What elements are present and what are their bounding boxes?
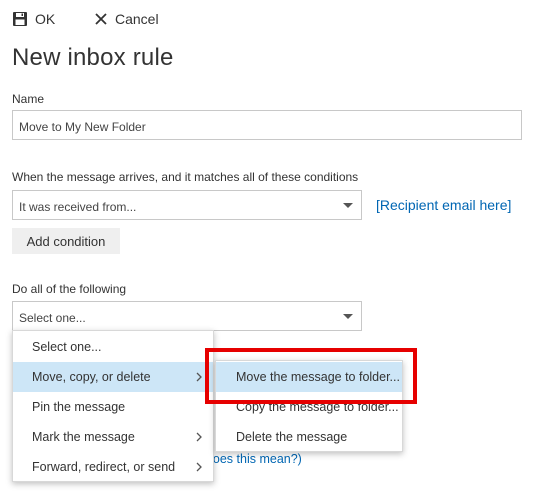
menu-item-move-copy-delete[interactable]: Move, copy, or delete <box>13 362 213 392</box>
condition-select[interactable]: It was received from... <box>12 190 362 220</box>
menu-item-label: Mark the message <box>32 430 135 444</box>
action-select[interactable]: Select one... <box>12 301 362 331</box>
name-input[interactable]: Move to My New Folder <box>12 110 522 140</box>
actions-label: Do all of the following <box>12 282 127 296</box>
condition-select-value: It was received from... <box>19 200 137 214</box>
recipient-email-link[interactable]: [Recipient email here] <box>376 197 511 213</box>
action-select-value: Select one... <box>19 311 86 325</box>
menu-item-label: Select one... <box>32 340 102 354</box>
submenu-item-move-to-folder[interactable]: Move the message to folder... <box>216 362 402 392</box>
menu-item-mark[interactable]: Mark the message <box>13 422 213 452</box>
move-copy-delete-submenu: Move the message to folder... Copy the m… <box>215 360 403 452</box>
menu-item-select-one[interactable]: Select one... <box>13 332 213 362</box>
submenu-item-copy-to-folder[interactable]: Copy the message to folder... <box>216 392 402 422</box>
ok-button[interactable]: OK <box>12 8 55 30</box>
chevron-right-icon <box>195 431 203 445</box>
chevron-down-icon <box>343 314 353 319</box>
submenu-item-delete[interactable]: Delete the message <box>216 422 402 452</box>
ok-label: OK <box>35 11 56 27</box>
chevron-right-icon <box>195 461 203 475</box>
menu-item-pin[interactable]: Pin the message <box>13 392 213 422</box>
menu-item-label: Move, copy, or delete <box>32 370 151 384</box>
close-icon <box>94 12 108 26</box>
name-label: Name <box>12 92 45 106</box>
menu-item-forward[interactable]: Forward, redirect, or send <box>13 452 213 482</box>
help-link[interactable]: t does this mean?) <box>199 452 302 466</box>
add-condition-button[interactable]: Add condition <box>12 228 120 254</box>
menu-item-label: Pin the message <box>32 400 126 414</box>
menu-item-label: Forward, redirect, or send <box>32 460 176 474</box>
menu-item-label: Copy the message to folder... <box>236 400 399 414</box>
conditions-label: When the message arrives, and it matches… <box>12 170 359 184</box>
chevron-down-icon <box>343 203 353 208</box>
cancel-label: Cancel <box>115 11 159 27</box>
action-dropdown-menu: Select one... Move, copy, or delete Pin … <box>12 330 214 482</box>
save-icon <box>12 11 28 27</box>
chevron-right-icon <box>195 371 203 385</box>
cancel-button[interactable]: Cancel <box>94 8 159 30</box>
menu-item-label: Move the message to folder... <box>236 370 400 384</box>
page-title: New inbox rule <box>12 44 174 71</box>
menu-item-label: Delete the message <box>236 430 348 444</box>
